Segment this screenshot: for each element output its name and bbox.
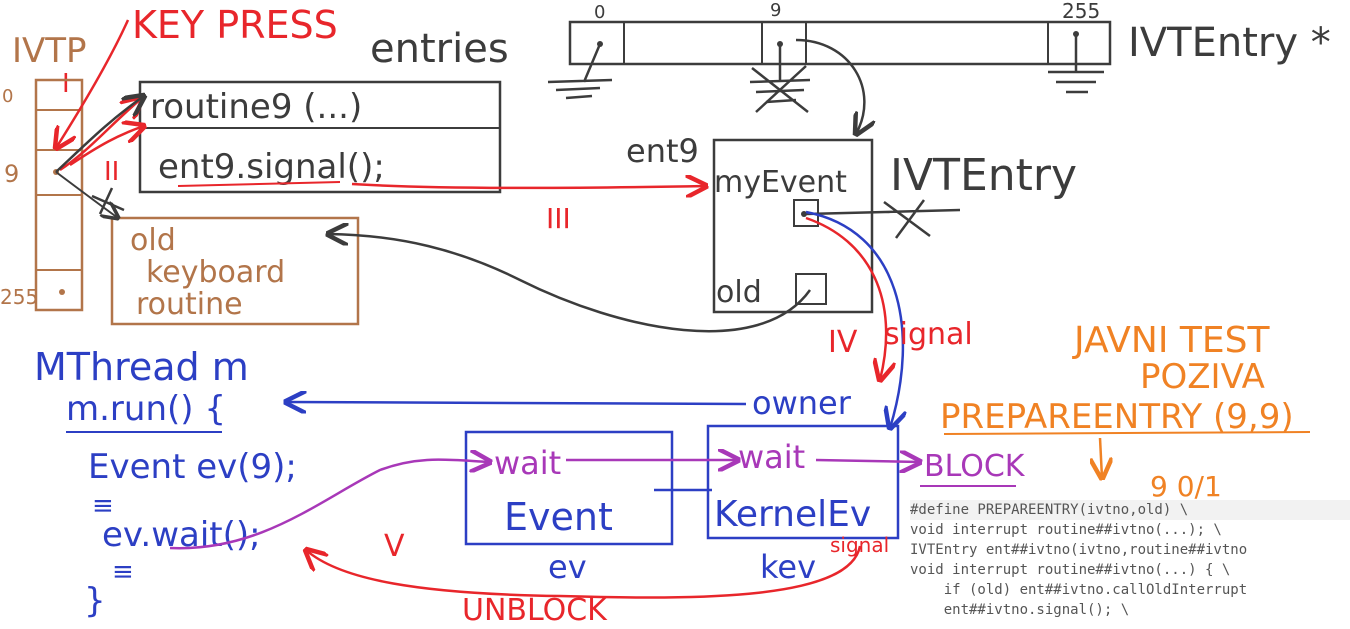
routine-group: routine9 (...) ent9.signal(); II <box>55 80 502 215</box>
ivtp-pointer-dot <box>59 289 65 295</box>
mthread-close: } <box>84 581 106 621</box>
old-keyboard-line3: routine <box>136 287 243 322</box>
kernelev-wait-label: wait <box>738 438 805 476</box>
roman-two-label: II <box>104 157 119 187</box>
code-line: void interrupt routine##ivtno(...); \ <box>910 522 1222 538</box>
ivtentry-group: ent9 myEvent old IVTEntry <box>328 132 1077 333</box>
code-line: #define PREPAREENTRY(ivtno,old) \ <box>910 500 1350 520</box>
kernelev-signal-label: signal <box>830 533 889 557</box>
roman-three-label: III <box>546 202 571 235</box>
old-keyboard-line1: old <box>130 223 176 258</box>
code-line: IVTEntry ent##ivtno(ivtno,routine##ivtno <box>910 542 1248 558</box>
mthread-decl: MThread m <box>34 345 249 389</box>
entries-index-9: 9 <box>770 0 781 21</box>
key-press-label: KEY PRESS <box>132 3 338 47</box>
roman-five-label: V <box>384 529 405 564</box>
entries-index-0: 0 <box>594 2 605 23</box>
orange-note-line1: JAVNI TEST <box>1072 320 1271 361</box>
mthread-dots-2: ≡ <box>112 557 134 587</box>
owner-label: owner <box>752 384 852 422</box>
old-field-label: old <box>716 275 762 310</box>
ivtp-index-9: 9 <box>4 160 19 188</box>
kernel-wait-to-block-arrow <box>815 460 920 462</box>
ent9-signal-label: ent9.signal(); <box>158 147 385 187</box>
ivtp-index-0: 0 <box>2 86 13 107</box>
event-name-label: Event <box>504 495 613 539</box>
block-label: BLOCK <box>924 449 1026 484</box>
ivtentry-type-label: IVTEntry <box>890 150 1077 201</box>
mthread-group: MThread m m.run() { Event ev(9); ≡ ev.wa… <box>34 345 297 621</box>
mthread-run: m.run() { <box>66 389 226 429</box>
ent9-label: ent9 <box>626 132 699 170</box>
roman-four-label: IV <box>828 325 858 360</box>
code-line: ent##ivtno.signal(); \ <box>910 602 1130 618</box>
code-line: void interrupt routine##ivtno(...) { \ <box>910 562 1231 578</box>
mthread-event-decl: Event ev(9); <box>88 447 297 487</box>
code-line: if (old) ent##ivtno.callOldInterrupt <box>910 582 1248 598</box>
orange-note-line3: PREPAREENTRY (9,9) <box>940 397 1294 437</box>
event-var-label: ev <box>548 548 587 586</box>
event-wait-label: wait <box>494 444 561 482</box>
my-event-label: myEvent <box>714 165 847 200</box>
kernelev-group: wait KernelEv kev signal <box>706 424 900 586</box>
ivtp-index-255: 255 <box>0 285 38 309</box>
ivtp-label: IVTP <box>12 31 87 71</box>
signal-to-myevent-arrow <box>351 184 706 188</box>
entries-label: entries <box>370 26 509 72</box>
orange-note-line2: POZIVA <box>1140 357 1265 397</box>
ivtp-roman-one: I <box>62 69 70 99</box>
ivtp-group: IVTP I 0 9 255 <box>0 31 87 312</box>
old-keyboard-line2: keyboard <box>146 255 285 290</box>
null-ground-icon <box>547 43 613 100</box>
entries-group: entries 0 9 255 IVTEntry * <box>370 0 1331 134</box>
kernelev-var-label: kev <box>760 548 816 586</box>
entries-index-255: 255 <box>1062 0 1100 23</box>
kernelev-name-label: KernelEv <box>714 494 871 535</box>
orange-note-args: 9 0/1 <box>1150 470 1222 503</box>
owner-arrow <box>286 402 747 404</box>
code-snippet: #define PREPAREENTRY(ivtno,old) \ void i… <box>910 500 1350 629</box>
entries-type-label: IVTEntry * <box>1128 20 1331 66</box>
entries-array <box>568 20 1112 66</box>
unblock-label: UNBLOCK <box>462 593 608 628</box>
old-keyboard-group: old keyboard routine <box>55 171 360 326</box>
event-group: wait Event ev <box>464 430 674 586</box>
ivtp-to-routine-arrow <box>59 98 142 172</box>
routine9-label: routine9 (...) <box>150 87 362 127</box>
signal-label: signal <box>884 317 973 352</box>
orange-note-arrow <box>1100 437 1102 478</box>
